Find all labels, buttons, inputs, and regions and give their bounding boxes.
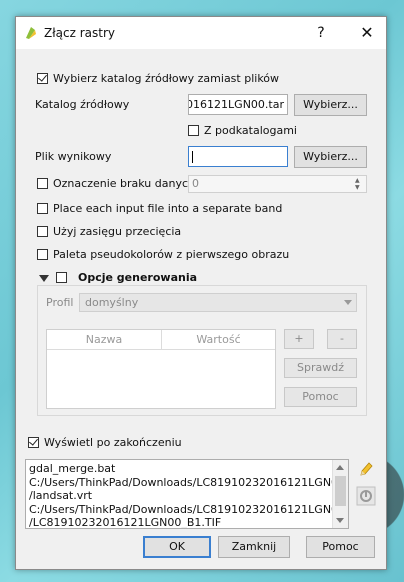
help-icon[interactable]: ?	[310, 23, 332, 43]
pseudocolor-label: Paleta pseudokolorów z pierwszego obrazu	[53, 248, 290, 261]
spin-arrows-icon[interactable]: ▲ ▼	[355, 177, 364, 191]
scroll-up-icon[interactable]	[336, 465, 344, 470]
command-textarea[interactable]: gdal_merge.bat C:/Users/ThinkPad/Downloa…	[25, 459, 349, 529]
input-dir-label: Katalog źródłowy	[35, 98, 130, 111]
ok-button[interactable]: OK	[143, 536, 211, 558]
subdirs-label: Z podkatalogami	[204, 124, 297, 137]
command-line: C:/Users/ThinkPad/Downloads/LC8191023201…	[29, 475, 349, 489]
title-bar: Złącz rastry ? ✕	[16, 17, 386, 49]
source-dir-checkbox[interactable]	[37, 73, 48, 84]
command-line: C:/Users/ThinkPad/Downloads/LC8191023201…	[29, 502, 349, 516]
profile-label: Profil	[46, 296, 74, 309]
creation-options-checkbox[interactable]	[56, 272, 67, 283]
show-after-checkbox[interactable]	[28, 437, 39, 448]
close-icon[interactable]: ✕	[356, 23, 378, 43]
help-button[interactable]: Pomoc	[306, 536, 375, 558]
output-file-field[interactable]	[188, 146, 288, 167]
scroll-thumb[interactable]	[335, 476, 346, 506]
nodata-value: 0	[192, 177, 199, 190]
text-cursor	[192, 151, 193, 163]
window-title: Złącz rastry	[44, 26, 115, 40]
source-dir-label: Wybierz katalog źródłowy zamiast plików	[53, 72, 280, 85]
column-header-name[interactable]: Nazwa	[47, 330, 162, 350]
pseudocolor-checkbox[interactable]	[37, 249, 48, 260]
chevron-down-icon	[344, 300, 352, 305]
scroll-down-icon[interactable]	[336, 518, 344, 523]
merge-dialog: Złącz rastry ? ✕ Wybierz katalog źródłow…	[15, 16, 387, 570]
output-browse-button[interactable]: Wybierz...	[294, 146, 367, 168]
separate-band-checkbox[interactable]	[37, 203, 48, 214]
creation-help-button[interactable]: Pomoc	[284, 387, 357, 407]
profile-combo[interactable]: domyślny	[79, 293, 357, 312]
edit-pencil-icon[interactable]	[356, 459, 376, 479]
reset-icon[interactable]	[356, 486, 376, 506]
creation-options-title: Opcje generowania	[78, 271, 198, 284]
separate-band-label: Place each input file into a separate ba…	[53, 202, 283, 215]
intersection-label: Użyj zasięgu przecięcia	[53, 225, 182, 238]
close-button[interactable]: Zamknij	[218, 536, 290, 558]
profile-value: domyślny	[85, 296, 139, 309]
command-scrollbar[interactable]	[332, 460, 348, 528]
command-line: /LC81910232016121LGN00_B1.TIF	[29, 516, 222, 529]
validate-button[interactable]: Sprawdź	[284, 358, 357, 378]
command-line: /landsat.vrt	[29, 489, 93, 502]
collapse-arrow-icon[interactable]	[39, 275, 49, 282]
options-table: Nazwa Wartość	[46, 329, 276, 409]
intersection-checkbox[interactable]	[37, 226, 48, 237]
command-line: gdal_merge.bat	[29, 462, 116, 475]
subdirs-checkbox[interactable]	[188, 125, 199, 136]
input-browse-button[interactable]: Wybierz...	[294, 94, 367, 116]
input-dir-field[interactable]: 32016121LGN00.tar	[188, 94, 288, 115]
nodata-spinbox[interactable]: 0 ▲ ▼	[188, 175, 367, 193]
show-after-label: Wyświetl po zakończeniu	[44, 436, 182, 449]
remove-option-button[interactable]: -	[327, 329, 357, 349]
nodata-checkbox[interactable]	[37, 178, 48, 189]
nodata-label: Oznaczenie braku danych	[53, 177, 195, 190]
column-header-value[interactable]: Wartość	[162, 330, 275, 350]
output-file-label: Plik wynikowy	[35, 150, 112, 163]
qgis-icon	[26, 27, 36, 39]
add-option-button[interactable]: +	[284, 329, 314, 349]
